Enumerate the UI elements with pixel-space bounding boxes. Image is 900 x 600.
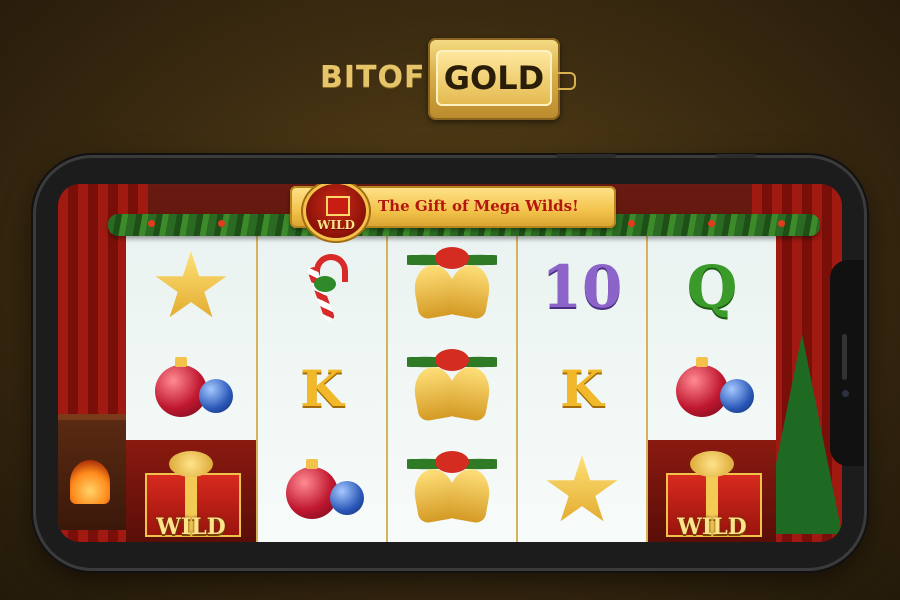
letter-symbol: Q: [686, 253, 738, 321]
volume-button: [556, 154, 616, 158]
reel-cell: [126, 236, 256, 338]
reel-cell: [388, 338, 516, 440]
brand-logo-boxed-text: GOLD: [443, 59, 545, 97]
star-icon: [546, 455, 618, 522]
reel-cell: [388, 440, 516, 542]
fire-icon: [70, 460, 110, 504]
power-button: [716, 154, 756, 158]
bells-icon: [407, 347, 497, 431]
game-screen[interactable]: WILD The Gift of Mega Wilds! WILD K 10 K Q WI…: [58, 184, 842, 542]
ornaments-icon: [141, 349, 241, 429]
bells-icon: [407, 245, 497, 329]
phone-notch: [830, 260, 864, 466]
game-title-banner: WILD The Gift of Mega Wilds!: [290, 184, 616, 238]
reel-3: [386, 236, 516, 542]
letter-symbol: K: [560, 359, 604, 418]
reel-cell: [388, 236, 516, 338]
reel-cell: Q: [648, 236, 776, 338]
reel-cell: [648, 338, 776, 440]
brand-logo: BITOF GOLD: [320, 38, 582, 124]
speaker-icon: [842, 334, 847, 380]
game-title: The Gift of Mega Wilds!: [378, 197, 579, 215]
letter-symbol: 10: [541, 253, 623, 321]
phone-frame: WILD The Gift of Mega Wilds! WILD K 10 K Q WI…: [36, 154, 864, 568]
reel-2: K: [256, 236, 386, 542]
bells-icon: [407, 449, 497, 533]
reel-cell: K: [258, 338, 386, 440]
reel-cell: [258, 440, 386, 542]
wild-badge: WILD: [306, 184, 366, 238]
reel-5: Q WILD: [646, 236, 776, 542]
camera-icon: [842, 390, 849, 397]
candy-cane-icon: [292, 252, 352, 323]
reel-cell: WILD: [648, 440, 776, 542]
fireplace-icon: [58, 414, 126, 530]
wild-label: WILD: [677, 514, 747, 540]
gift-icon: [326, 196, 350, 216]
ornaments-icon: [662, 349, 762, 429]
reel-cell: [126, 338, 256, 440]
reel-cell: WILD: [126, 440, 256, 542]
brand-logo-tail: [558, 72, 576, 90]
reel-cell: K: [518, 338, 646, 440]
reel-grid: WILD K 10 K Q WILD: [126, 236, 776, 542]
letter-symbol: K: [300, 359, 344, 418]
reel-1: WILD: [126, 236, 256, 542]
brand-logo-box: GOLD: [428, 38, 560, 120]
wild-label: WILD: [156, 514, 226, 540]
wild-badge-label: WILD: [317, 218, 355, 232]
star-icon: [155, 251, 227, 318]
reel-cell: 10: [518, 236, 646, 338]
brand-logo-prefix: BITOF: [320, 60, 426, 95]
reel-cell: [258, 236, 386, 338]
ornaments-icon: [272, 451, 372, 531]
reel-cell: [518, 440, 646, 542]
reel-4: 10 K: [516, 236, 646, 542]
